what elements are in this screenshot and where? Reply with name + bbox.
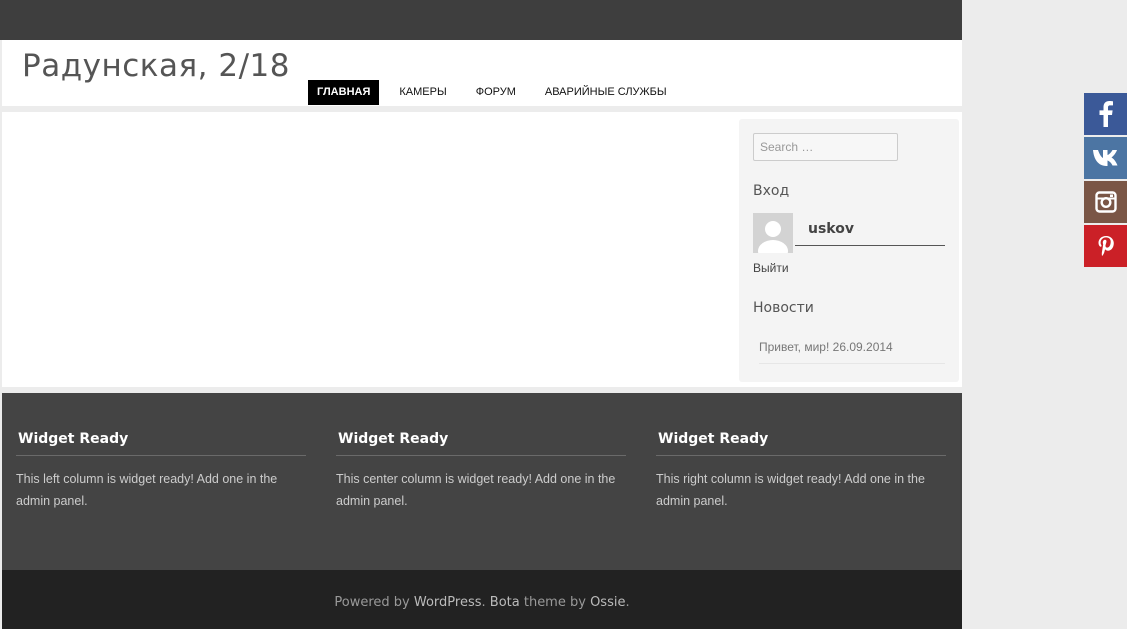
avatar: [753, 213, 793, 253]
vk-icon: [1092, 150, 1117, 166]
credits-end: .: [625, 595, 630, 610]
nav-item-emergency[interactable]: АВАРИЙНЫЕ СЛУЖБЫ: [536, 80, 676, 105]
footer-widgets: Widget Ready This left column is widget …: [2, 393, 962, 570]
login-widget-title: Вход: [753, 183, 790, 199]
instagram-button[interactable]: [1084, 181, 1127, 223]
footer-widget-right: Widget Ready This right column is widget…: [656, 431, 946, 512]
facebook-button[interactable]: [1084, 93, 1127, 135]
footer-widget-title: Widget Ready: [16, 431, 306, 456]
nav-item-forum[interactable]: ФОРУМ: [467, 80, 525, 105]
wordpress-link[interactable]: WordPress: [414, 595, 482, 610]
news-item-date: 26.09.2014: [832, 340, 893, 354]
footer-widget-title: Widget Ready: [336, 431, 626, 456]
footer-widget-left: Widget Ready This left column is widget …: [16, 431, 306, 512]
main-nav: ГЛАВНАЯ КАМЕРЫ ФОРУМ АВАРИЙНЫЕ СЛУЖБЫ: [308, 80, 687, 105]
top-bar: [0, 0, 962, 40]
news-item: Привет, мир! 26.09.2014: [759, 340, 945, 364]
site-title[interactable]: Радунская, 2/18: [22, 48, 290, 84]
logout-link[interactable]: Выйти: [753, 261, 789, 275]
footer-widget-title: Widget Ready: [656, 431, 946, 456]
theme-by-text: theme by: [519, 595, 591, 610]
powered-by-text: Powered by: [334, 595, 414, 610]
site-header: Радунская, 2/18 ГЛАВНАЯ КАМЕРЫ ФОРУМ АВА…: [2, 40, 962, 106]
news-item-link[interactable]: Привет, мир!: [759, 340, 829, 354]
username: uskov: [795, 221, 945, 246]
theme-link[interactable]: Bota: [490, 595, 520, 610]
main-content: Вход uskov Выйти Новости Привет, мир! 26…: [2, 112, 962, 387]
footer-widget-center: Widget Ready This center column is widge…: [336, 431, 626, 512]
search-input[interactable]: [753, 133, 898, 161]
page: Радунская, 2/18 ГЛАВНАЯ КАМЕРЫ ФОРУМ АВА…: [0, 0, 962, 629]
footer-widget-text: This right column is widget ready! Add o…: [656, 472, 925, 508]
author-link[interactable]: Ossie: [590, 595, 625, 610]
pinterest-icon: [1098, 236, 1114, 256]
footer-widget-text: This left column is widget ready! Add on…: [16, 472, 278, 508]
pinterest-button[interactable]: [1084, 225, 1127, 267]
sidebar: Вход uskov Выйти Новости Привет, мир! 26…: [739, 119, 959, 382]
news-widget-title: Новости: [753, 300, 814, 316]
footer-credits: Powered by WordPress. Bota theme by Ossi…: [2, 570, 962, 610]
footer-widget-text: This center column is widget ready! Add …: [336, 472, 616, 508]
facebook-icon: [1099, 101, 1113, 127]
site-footer: Powered by WordPress. Bota theme by Ossi…: [2, 570, 962, 629]
nav-item-cameras[interactable]: КАМЕРЫ: [390, 80, 455, 105]
vk-button[interactable]: [1084, 137, 1127, 179]
credits-separator: .: [481, 595, 490, 610]
instagram-icon: [1094, 191, 1117, 213]
nav-item-home[interactable]: ГЛАВНАЯ: [308, 80, 380, 105]
